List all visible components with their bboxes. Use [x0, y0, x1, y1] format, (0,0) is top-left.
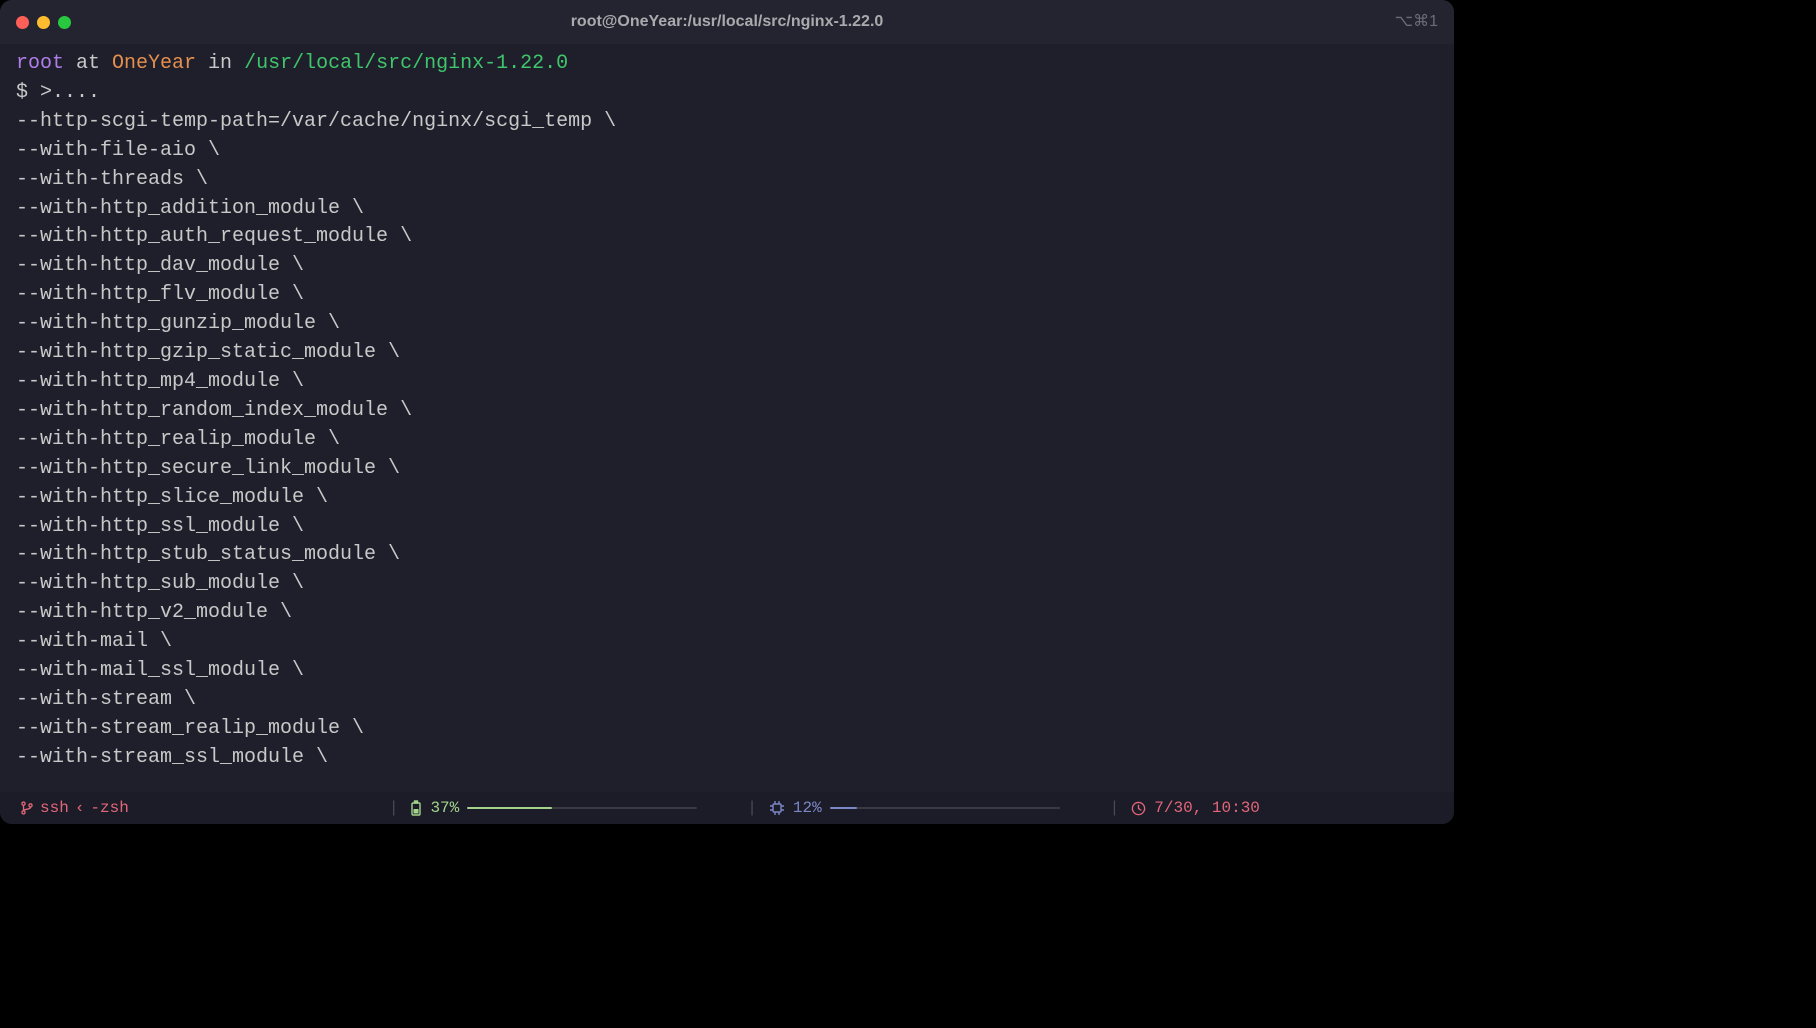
status-sep: ‹: [75, 794, 85, 823]
status-cpu-group: 12%: [769, 794, 1060, 823]
titlebar: root@OneYear:/usr/local/src/nginx-1.22.0…: [0, 0, 1454, 44]
status-battery-group: 37%: [410, 794, 697, 823]
prompt-user: root: [16, 52, 64, 75]
prompt-line-2: $ >....: [16, 81, 100, 104]
battery-icon: [410, 800, 422, 816]
prompt-at: at: [64, 52, 112, 75]
status-process: -zsh: [90, 794, 128, 823]
traffic-lights: [16, 16, 71, 29]
status-session-group: ssh ‹ -zsh: [20, 794, 129, 823]
status-cpu-pct: 12%: [793, 794, 822, 823]
prompt-host: OneYear: [112, 52, 196, 75]
git-branch-icon: [20, 801, 34, 815]
window-title: root@OneYear:/usr/local/src/nginx-1.22.0: [0, 8, 1454, 37]
clock-icon: [1131, 801, 1146, 816]
close-button[interactable]: [16, 16, 29, 29]
status-clock: 7/30, 10:30: [1154, 794, 1260, 823]
maximize-button[interactable]: [58, 16, 71, 29]
prompt-path: /usr/local/src/nginx-1.22.0: [244, 52, 568, 75]
terminal-window: root@OneYear:/usr/local/src/nginx-1.22.0…: [0, 0, 1454, 824]
cpu-bar: [830, 807, 1060, 809]
minimize-button[interactable]: [37, 16, 50, 29]
terminal-body[interactable]: root at OneYear in /usr/local/src/nginx-…: [0, 44, 1454, 792]
cpu-icon: [769, 800, 785, 816]
battery-bar: [467, 807, 697, 809]
statusbar: ssh ‹ -zsh | 37% |: [0, 792, 1454, 824]
status-battery-pct: 37%: [430, 794, 459, 823]
prompt-in: in: [196, 52, 244, 75]
terminal-output: --http-scgi-temp-path=/var/cache/nginx/s…: [16, 108, 1438, 773]
status-clock-group: 7/30, 10:30: [1131, 794, 1260, 823]
status-session: ssh: [40, 794, 69, 823]
window-shortcut-hint: ⌥⌘1: [1395, 8, 1438, 37]
